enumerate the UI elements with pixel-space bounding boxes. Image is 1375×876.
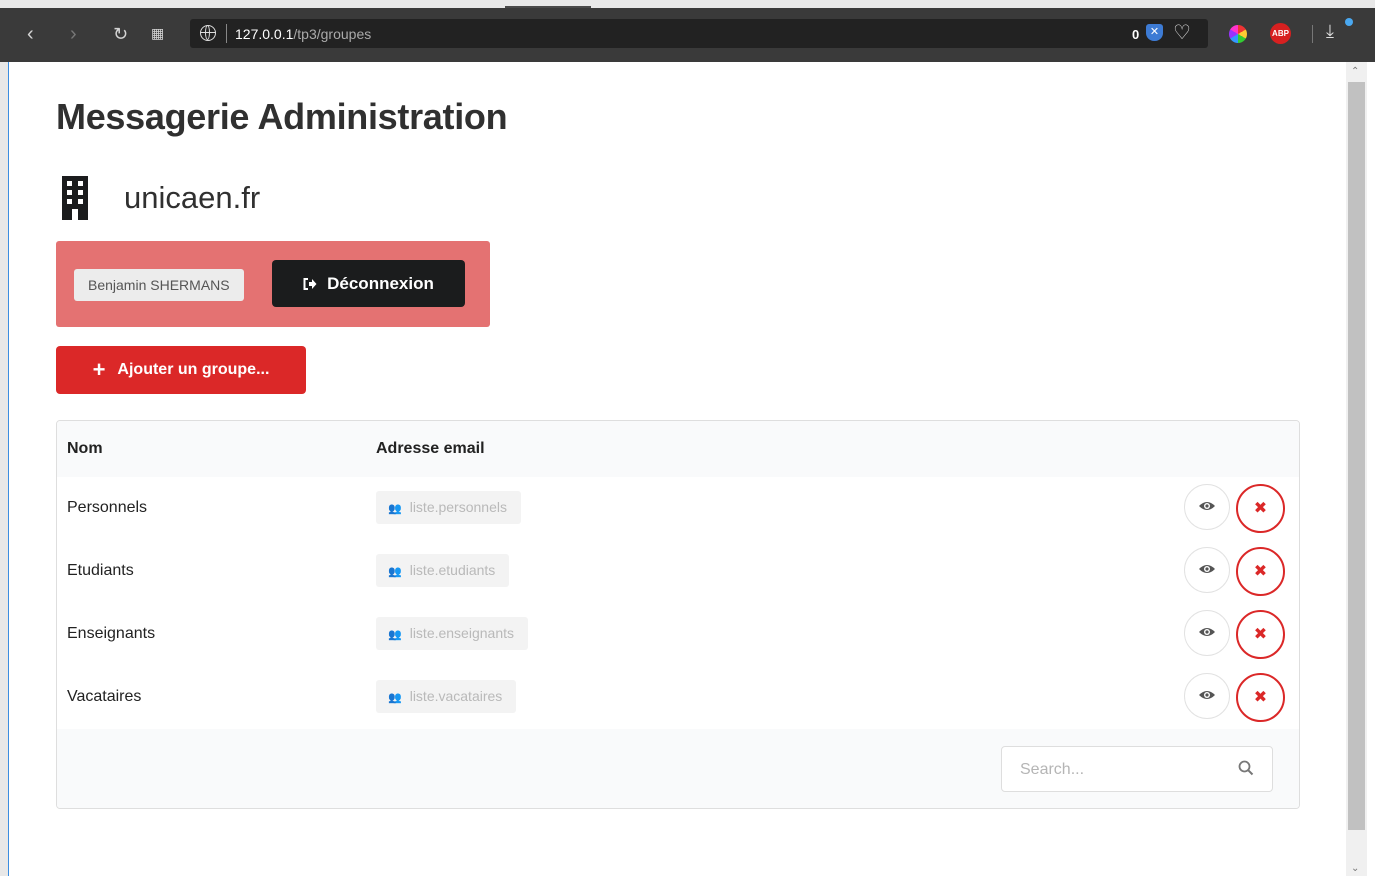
users-icon: 👥 [388, 629, 402, 641]
add-group-label: Ajouter un groupe... [117, 361, 270, 378]
delete-button[interactable]: ✖ [1236, 484, 1285, 533]
shield-count: 0 [1132, 27, 1140, 42]
view-button[interactable] [1184, 610, 1230, 656]
table-header: Nom Adresse email [57, 421, 1299, 478]
color-extension-icon[interactable] [1229, 25, 1247, 43]
page-content: Messagerie Administration unicaen.fr Ben… [8, 62, 1347, 876]
download-icon[interactable]: ⤓ [1326, 21, 1334, 42]
eye-icon [1199, 502, 1215, 510]
group-email: 👥 liste.vacataires [376, 680, 517, 713]
reload-icon[interactable]: ↻ [113, 25, 128, 43]
eye-icon [1199, 691, 1215, 699]
view-button[interactable] [1184, 547, 1230, 593]
eye-icon [1199, 565, 1215, 573]
delete-button[interactable]: ✖ [1236, 547, 1285, 596]
eye-icon [1199, 628, 1215, 636]
globe-icon [200, 25, 216, 41]
group-email: 👥 liste.etudiants [376, 554, 510, 587]
users-icon: 👥 [388, 692, 402, 704]
view-button[interactable] [1184, 673, 1230, 719]
view-button[interactable] [1184, 484, 1230, 530]
add-group-button[interactable]: + Ajouter un groupe... [56, 346, 306, 394]
scroll-up-icon[interactable]: ⌃ [1351, 66, 1359, 77]
url-path: /tp3/groupes [293, 26, 372, 42]
table-row: Enseignants 👥 liste.enseignants ✖ [57, 603, 1299, 667]
page-title: Messagerie Administration [56, 96, 508, 137]
adblock-icon[interactable]: ABP [1270, 23, 1291, 44]
window-top-strip [0, 0, 1375, 8]
plus-icon: + [92, 357, 106, 382]
back-icon[interactable]: ‹ [27, 24, 34, 44]
group-email-text: liste.personnels [409, 499, 507, 515]
delete-button[interactable]: ✖ [1236, 610, 1285, 659]
groups-table: Nom Adresse email Personnels 👥 liste.pers… [56, 420, 1300, 809]
window-edge [1367, 62, 1375, 876]
speed-dial-icon[interactable]: ▦ [151, 26, 164, 40]
search-box [1001, 746, 1273, 793]
toolbar-divider [1312, 25, 1313, 43]
close-icon: ✖ [1253, 563, 1268, 580]
group-name: Etudiants [67, 562, 134, 579]
delete-button[interactable]: ✖ [1236, 673, 1285, 722]
close-icon: ✖ [1253, 500, 1268, 517]
scroll-down-icon[interactable]: ⌄ [1351, 863, 1359, 874]
users-icon: 👥 [388, 503, 402, 515]
building-icon [62, 176, 88, 220]
url-host: 127.0.0.1 [235, 26, 294, 42]
search-icon[interactable] [1238, 760, 1254, 776]
group-email-text: liste.enseignants [409, 625, 514, 641]
logout-label: Déconnexion [327, 273, 434, 293]
column-header-email: Adresse email [376, 440, 485, 457]
domain-name: unicaen.fr [124, 180, 261, 215]
group-email-text: liste.vacataires [409, 688, 503, 704]
address-separator [226, 24, 227, 43]
group-name: Personnels [67, 499, 148, 516]
close-icon: ✖ [1253, 626, 1268, 643]
page-scrollbar[interactable]: ⌃ ⌄ [1346, 62, 1367, 876]
logout-button[interactable]: Déconnexion [272, 260, 465, 307]
group-name: Vacataires [67, 688, 142, 705]
url-text[interactable]: 127.0.0.1/tp3/groupes [235, 26, 371, 42]
table-footer [57, 729, 1299, 808]
shield-icon[interactable]: ✕ [1146, 24, 1163, 41]
sign-out-icon [303, 277, 317, 290]
group-name: Enseignants [67, 625, 156, 642]
group-email-text: liste.etudiants [409, 562, 496, 578]
user-panel: Benjamin SHERMANS Déconnexion [56, 241, 490, 327]
user-name-label: Benjamin SHERMANS [74, 269, 244, 301]
close-icon: ✖ [1253, 689, 1268, 706]
browser-toolbar: ‹ › ↻ ▦ 127.0.0.1/tp3/groupes 0 ✕ ♡ ABP … [0, 8, 1375, 62]
scrollbar-thumb[interactable] [1348, 82, 1365, 830]
table-row: Etudiants 👥 liste.etudiants ✖ [57, 540, 1299, 604]
forward-icon[interactable]: › [70, 24, 77, 44]
download-badge [1345, 18, 1353, 26]
column-header-name: Nom [67, 440, 103, 457]
table-row: Vacataires 👥 liste.vacataires ✖ [57, 666, 1299, 730]
group-email: 👥 liste.enseignants [376, 617, 528, 650]
search-input[interactable] [1002, 747, 1242, 793]
address-bar[interactable]: 127.0.0.1/tp3/groupes [190, 19, 1208, 48]
heart-icon[interactable]: ♡ [1173, 20, 1191, 45]
group-email: 👥 liste.personnels [376, 491, 521, 524]
users-icon: 👥 [388, 566, 402, 578]
table-row: Personnels 👥 liste.personnels ✖ [57, 477, 1299, 541]
